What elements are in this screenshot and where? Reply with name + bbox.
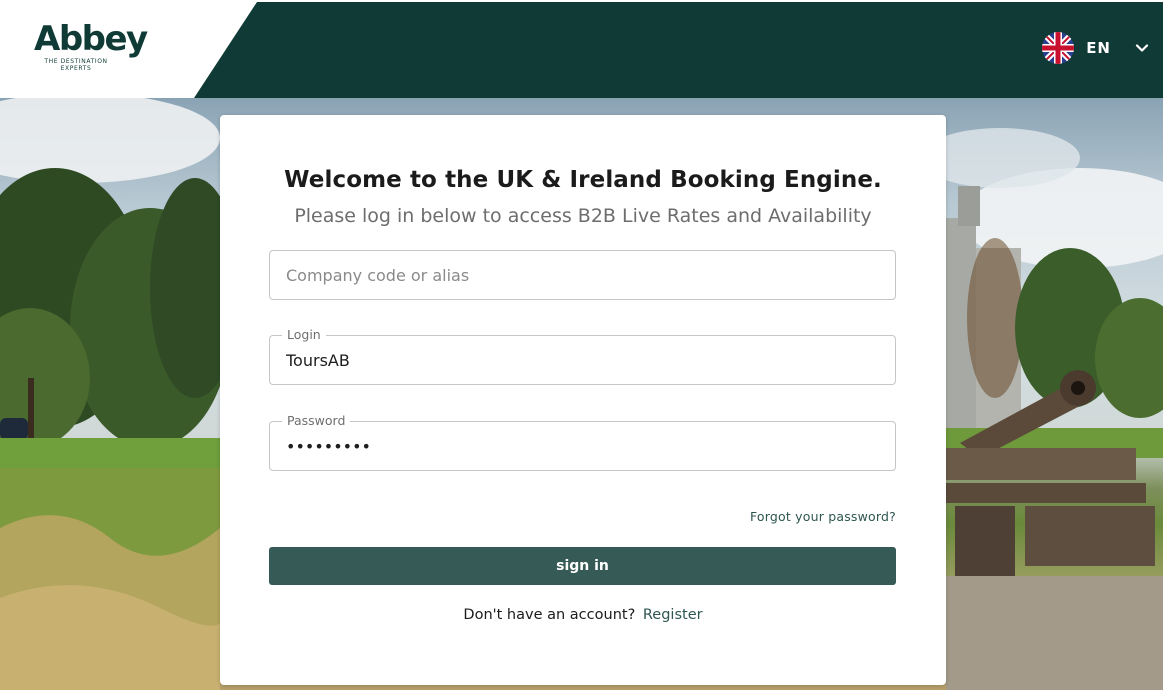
forgot-password-link[interactable]: Forgot your password?: [750, 509, 896, 524]
logo-tagline-2: EXPERTS: [60, 65, 92, 72]
password-field[interactable]: Password: [269, 414, 896, 471]
top-header: Abbey THE DESTINATION EXPERTS EN: [0, 0, 1163, 98]
sign-in-button[interactable]: sign in: [269, 547, 896, 585]
login-field[interactable]: Login: [269, 328, 896, 385]
abbey-logo[interactable]: Abbey THE DESTINATION EXPERTS: [34, 20, 154, 76]
company-code-field[interactable]: [269, 250, 896, 300]
login-label: Login: [282, 328, 326, 342]
company-code-input[interactable]: [270, 251, 895, 299]
header-band: [194, 2, 1163, 98]
uk-flag-icon: [1042, 32, 1075, 64]
page-subtitle: Please log in below to access B2B Live R…: [294, 205, 872, 227]
login-input[interactable]: [270, 336, 895, 384]
password-input[interactable]: [270, 422, 895, 470]
register-prompt: Don't have an account?: [463, 607, 636, 623]
password-label: Password: [282, 414, 351, 428]
chevron-down-icon: [1135, 44, 1149, 52]
language-code: EN: [1086, 39, 1111, 57]
logo-tagline: THE DESTINATION: [44, 58, 108, 65]
language-selector[interactable]: EN: [1042, 32, 1149, 64]
register-row: Don't have an account? Register: [220, 607, 946, 623]
page-title: Welcome to the UK & Ireland Booking Engi…: [284, 167, 882, 193]
logo-wordmark: Abbey: [34, 19, 148, 59]
register-link[interactable]: Register: [643, 607, 703, 623]
login-card: Welcome to the UK & Ireland Booking Engi…: [220, 115, 946, 685]
